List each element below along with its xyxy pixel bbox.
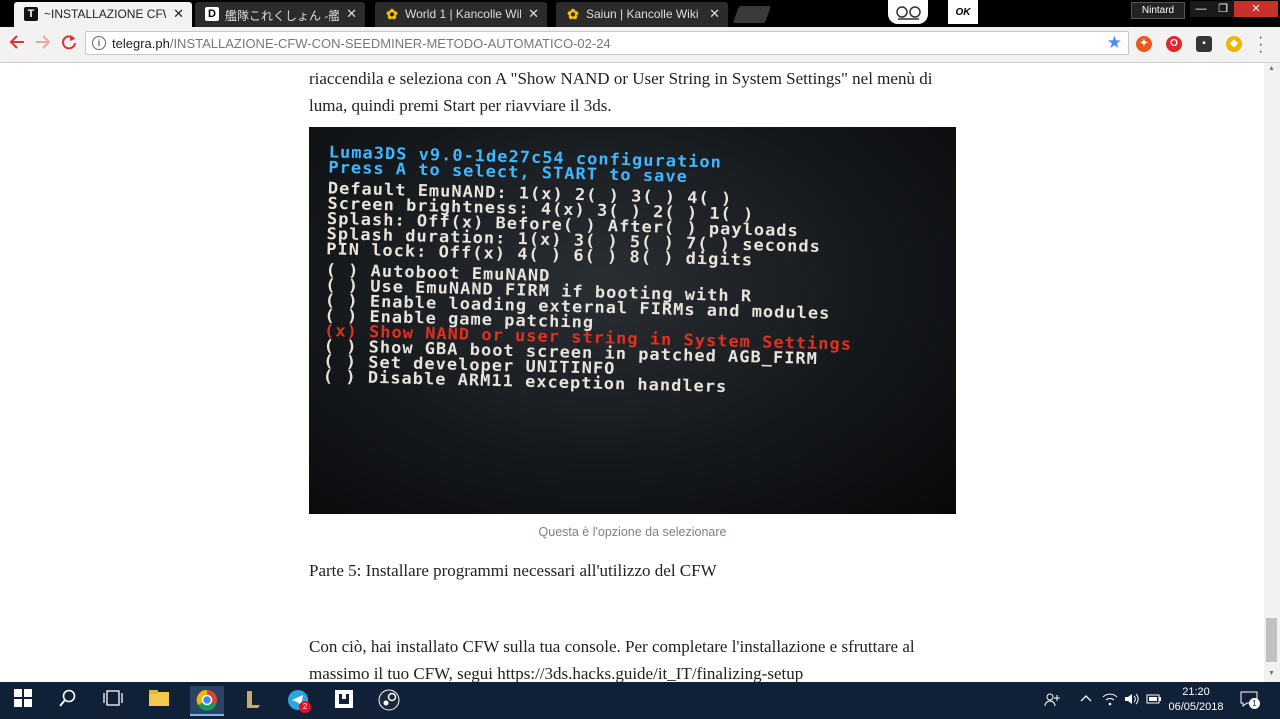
tab-favicon-icon: D [205, 7, 219, 21]
tab-close-icon[interactable]: ✕ [173, 6, 184, 22]
scroll-down-arrow-icon[interactable]: ▼ [1268, 670, 1275, 677]
browser-tab[interactable]: ✿ World 1 | Kancolle Wiki | F ✕ [375, 2, 547, 27]
volume-icon[interactable] [1124, 692, 1140, 709]
back-arrow-icon[interactable] [8, 33, 26, 56]
tab-close-icon[interactable]: ✕ [528, 6, 539, 22]
bookmark-star-icon[interactable]: ★ [1107, 33, 1122, 53]
maximize-button[interactable]: ❐ [1212, 1, 1234, 17]
windows-start-icon[interactable] [12, 689, 34, 711]
page-content: riaccendila e seleziona con A "Show NAND… [0, 63, 1264, 682]
extension-cheese-icon[interactable]: ◆ [1226, 36, 1242, 52]
battery-icon[interactable] [1146, 692, 1162, 709]
steam-icon[interactable] [378, 689, 400, 711]
part5-heading: Parte 5: Installare programmi necessari … [309, 561, 717, 580]
forward-arrow-icon[interactable] [34, 33, 52, 56]
sticker-decoration [888, 0, 928, 24]
telegram-badge: 2 [299, 701, 311, 713]
show-hidden-icons-chevron-icon[interactable] [1080, 692, 1092, 706]
system-clock[interactable]: 21:20 06/05/2018 [1168, 685, 1224, 715]
tab-favicon-icon: T [24, 7, 38, 21]
ok-sticker: OK [948, 0, 978, 24]
league-of-legends-icon[interactable] [242, 689, 264, 711]
search-icon[interactable] [57, 689, 79, 711]
browser-tab[interactable]: T ~INSTALLAZIONE CFW CO ✕ [14, 2, 192, 27]
tab-title: World 1 | Kancolle Wiki | F [405, 7, 521, 21]
browser-menu-icon[interactable]: · · · [1258, 30, 1263, 60]
extension-compass-icon[interactable]: ✦ [1136, 36, 1152, 52]
scroll-thumb[interactable] [1266, 618, 1277, 662]
windows-taskbar: 2 21:20 06/05/2018 1 [0, 682, 1280, 719]
chrome-icon[interactable] [190, 686, 224, 716]
reload-icon[interactable] [60, 33, 78, 56]
extension-tampermonkey-icon[interactable]: ▪ [1196, 36, 1212, 52]
browser-tab[interactable]: ✿ Saiun | Kancolle Wiki | FA ✕ [556, 2, 728, 27]
minimize-button[interactable]: — [1190, 1, 1212, 17]
telegram-icon[interactable]: 2 [287, 689, 311, 713]
task-view-icon[interactable] [102, 689, 124, 711]
action-center-notification-icon[interactable]: 1 [1240, 690, 1260, 711]
photo-caption: Questa è l'opzione da selezionare [538, 525, 727, 539]
address-bar[interactable]: i telegra.ph/INSTALLAZIONE-CFW-CON-SEEDM… [85, 31, 1129, 55]
wifi-icon[interactable] [1102, 692, 1118, 709]
tab-title: 艦隊これくしょん -艦これ [225, 9, 339, 23]
people-icon[interactable] [1044, 692, 1060, 711]
browser-tab[interactable]: D 艦隊これくしょん -艦これ ✕ [195, 2, 365, 27]
url-host: telegra.ph [112, 36, 170, 51]
tab-close-icon[interactable]: ✕ [346, 6, 357, 22]
vertical-scrollbar[interactable]: ▲ ▼ [1264, 63, 1280, 682]
browser-tab-strip: T ~INSTALLAZIONE CFW CO ✕ D 艦隊これくしょん -艦これ ✕ ✿ W… [0, 0, 1280, 27]
file-explorer-icon[interactable] [148, 689, 170, 711]
luma-config-photo: Luma3DS v9.0-1de27c54 configuration Press… [309, 127, 956, 514]
browser-toolbar: i telegra.ph/INSTALLAZIONE-CFW-CON-SEEDM… [0, 27, 1280, 63]
scroll-up-arrow-icon[interactable]: ▲ [1268, 65, 1275, 72]
profile-button[interactable]: Nintard [1131, 2, 1185, 19]
tab-favicon-icon: ✿ [567, 6, 579, 22]
url-text: telegra.ph/INSTALLAZIONE-CFW-CON-SEEDMIN… [112, 36, 611, 51]
close-window-button[interactable]: ✕ [1234, 1, 1278, 17]
tab-close-icon[interactable]: ✕ [709, 6, 720, 22]
tab-favicon-icon: ✿ [386, 6, 398, 22]
app-window-icon[interactable] [333, 689, 355, 711]
luma-screen-text: Luma3DS v9.0-1de27c54 configuration Press… [323, 143, 949, 401]
info-icon[interactable]: i [92, 36, 106, 50]
opera-vpn-icon[interactable]: O [1166, 36, 1182, 52]
clock-date: 06/05/2018 [1168, 701, 1224, 713]
notification-count: 1 [1249, 698, 1260, 709]
closing-paragraph[interactable]: Con ciò, hai installato CFW sulla tua co… [309, 633, 959, 682]
face-sticker-icon [896, 6, 921, 20]
new-tab-button[interactable] [732, 6, 772, 23]
tab-title: Saiun | Kancolle Wiki | FA [586, 7, 702, 21]
tab-title: ~INSTALLAZIONE CFW CO [44, 7, 166, 21]
intro-paragraph: riaccendila e seleziona con A "Show NAND… [309, 69, 933, 115]
url-path: /INSTALLAZIONE-CFW-CON-SEEDMINER-METODO-… [169, 36, 611, 51]
clock-time: 21:20 [1182, 686, 1210, 698]
